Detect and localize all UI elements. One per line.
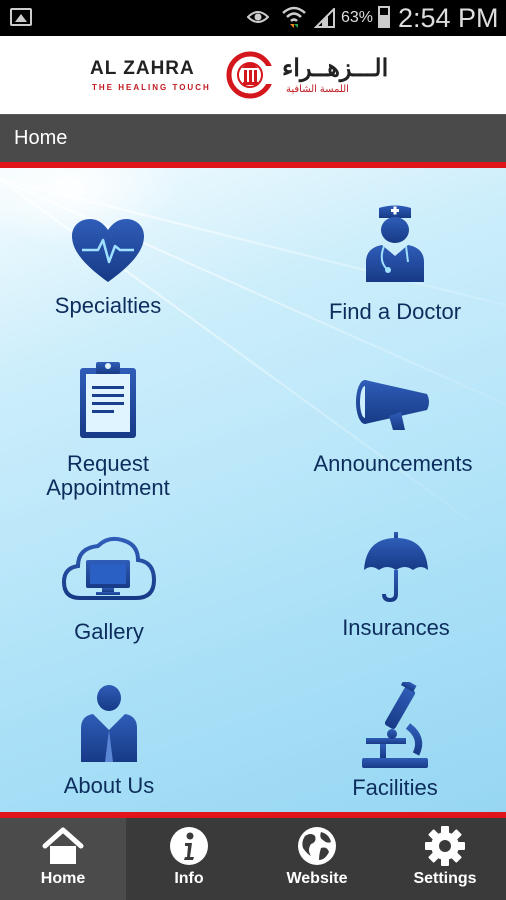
- tab-info-label: Info: [174, 870, 204, 887]
- about-us-label: About Us: [63, 773, 155, 798]
- specialties-tile[interactable]: Specialties: [30, 218, 186, 318]
- logo-tagline: THE HEALING TOUCH: [92, 83, 211, 92]
- title-bar: Home: [0, 114, 506, 163]
- app-header: AL ZAHRA THE HEALING TOUCH الـــزهــراء …: [0, 36, 506, 114]
- battery-percent: 63%: [341, 9, 374, 26]
- tab-website[interactable]: Website: [254, 818, 380, 900]
- image-notification-icon: [10, 8, 32, 26]
- gallery-label: Gallery: [74, 619, 144, 644]
- request-appointment-tile[interactable]: Request Appointment: [22, 358, 194, 500]
- globe-icon: [298, 827, 336, 865]
- eye-icon: [247, 11, 269, 23]
- request-appointment-label-line1: Request: [67, 451, 149, 476]
- person-icon: [81, 685, 137, 762]
- facilities-tile[interactable]: Facilities: [320, 682, 470, 800]
- info-icon: [170, 827, 208, 865]
- logo-tagline-arabic: اللمسة الشافية: [286, 84, 349, 95]
- clipboard-icon: [80, 362, 136, 438]
- home-menu-grid: Specialties Find a Doctor Request Appoin…: [0, 168, 506, 812]
- home-icon: [42, 827, 84, 864]
- tab-website-label: Website: [286, 870, 348, 887]
- find-doctor-label: Find a Doctor: [328, 299, 462, 324]
- tab-info[interactable]: Info: [126, 818, 252, 900]
- tab-home[interactable]: Home: [0, 818, 126, 900]
- find-doctor-tile[interactable]: Find a Doctor: [314, 204, 476, 324]
- insurances-tile[interactable]: Insurances: [318, 532, 474, 640]
- gallery-tile[interactable]: Gallery: [32, 534, 186, 644]
- microscope-icon: [362, 682, 428, 768]
- bottom-tab-bar: Home Info Website Settings: [0, 818, 506, 900]
- signal-icon: [314, 8, 335, 28]
- heart-pulse-icon: [72, 219, 144, 282]
- logo-name-arabic: الـــزهــراء: [282, 55, 389, 82]
- insurances-label: Insurances: [342, 615, 450, 640]
- hospital-logo-icon: [226, 51, 274, 99]
- megaphone-icon: [356, 380, 429, 430]
- umbrella-icon: [364, 532, 428, 602]
- cloud-monitor-icon: [62, 536, 156, 600]
- logo-name: AL ZAHRA: [90, 58, 195, 79]
- clock: 2:54 PM: [398, 3, 499, 33]
- about-us-tile[interactable]: About Us: [40, 684, 178, 798]
- gear-icon: [425, 826, 465, 866]
- request-appointment-label-line2: Appointment: [46, 475, 170, 500]
- battery-icon: [378, 6, 390, 28]
- tab-home-label: Home: [40, 870, 86, 887]
- facilities-label: Facilities: [352, 775, 438, 800]
- doctor-icon: [366, 205, 424, 282]
- status-bar: 63% 2:54 PM: [0, 0, 506, 36]
- tab-settings-label: Settings: [413, 870, 477, 887]
- tab-settings[interactable]: Settings: [384, 818, 506, 900]
- announcements-tile[interactable]: Announcements: [302, 376, 484, 476]
- page-title: Home: [14, 127, 68, 149]
- wifi-icon: [282, 6, 306, 28]
- announcements-label: Announcements: [313, 451, 473, 476]
- specialties-label: Specialties: [54, 293, 162, 318]
